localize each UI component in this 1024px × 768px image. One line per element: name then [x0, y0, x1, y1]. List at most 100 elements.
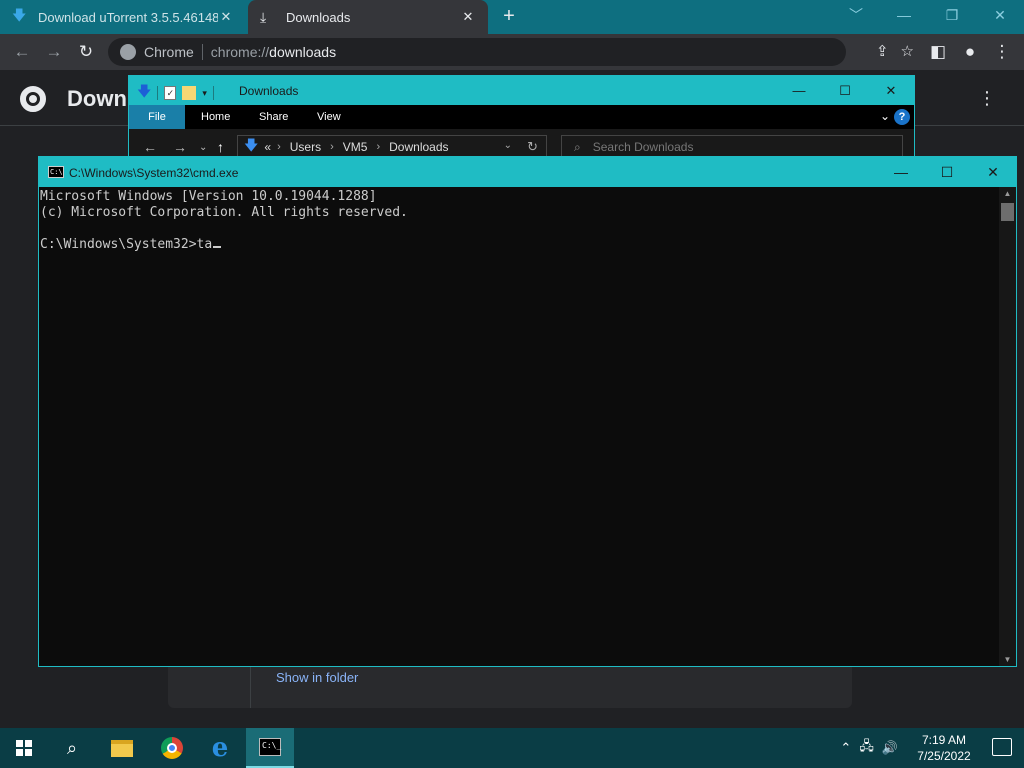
breadcrumb-vm5[interactable]: VM5: [343, 140, 368, 154]
chrome-site-icon: [120, 44, 136, 60]
tab-title: Download uTorrent 3.5.5.46148 f: [38, 9, 218, 25]
ribbon-expand-chevron-icon[interactable]: ⌄: [880, 109, 890, 123]
toolbar-separator: [157, 86, 159, 100]
breadcrumb-downloads[interactable]: Downloads: [389, 140, 448, 154]
close-button[interactable]: ✕: [970, 157, 1016, 187]
toolbar-separator: [212, 86, 214, 100]
breadcrumb-overflow[interactable]: «: [264, 140, 271, 154]
windows-logo-icon: [16, 740, 32, 756]
console-prompt-line[interactable]: C:\Windows\System32>ta: [40, 237, 999, 253]
maximize-button[interactable]: ☐: [924, 157, 970, 187]
taskbar-internet-explorer[interactable]: e: [196, 728, 244, 768]
download-arrow-icon: 🡇: [12, 7, 27, 23]
tab-share[interactable]: Share: [245, 105, 302, 129]
tab-title: Downloads: [286, 9, 351, 25]
command-prompt-window: C:\ C:\Windows\System32\cmd.exe — ☐ ✕ Mi…: [38, 156, 1017, 667]
breadcrumb-separator-icon[interactable]: ›: [376, 141, 380, 153]
tab-view[interactable]: View: [303, 105, 355, 129]
taskbar-search-button[interactable]: ⌕: [48, 728, 96, 768]
kebab-menu-icon[interactable]: ⋮: [978, 88, 996, 109]
ribbon-tabs: File Home Share View ⌄ ?: [129, 105, 914, 129]
tab-utorrent[interactable]: 🡇 Download uTorrent 3.5.5.46148 f ✕: [0, 0, 246, 34]
close-button[interactable]: ✕: [868, 76, 914, 105]
help-icon[interactable]: ?: [894, 109, 910, 125]
start-button[interactable]: [0, 728, 48, 768]
reload-button[interactable]: ↻: [74, 40, 98, 64]
address-dropdown-icon[interactable]: ⌄: [504, 140, 512, 151]
tab-strip: 🡇 Download uTorrent 3.5.5.46148 f ✕ ⤓ Do…: [0, 0, 1024, 34]
taskbar: ⌕ e C:\_ ⌃ 🖧 🔊 7:19 AM 7/25/2022: [0, 728, 1024, 768]
search-icon: ⌕: [574, 139, 581, 154]
chrome-logo-icon: [20, 86, 46, 112]
window-title: Downloads: [239, 84, 299, 98]
share-icon[interactable]: ⇪: [876, 42, 889, 60]
url-scheme: chrome://: [210, 44, 270, 60]
close-button[interactable]: ✕: [976, 0, 1024, 30]
window-controls: — ☐ ✕: [878, 157, 1016, 187]
forward-button[interactable]: →: [42, 40, 66, 64]
up-button[interactable]: ↑: [217, 139, 224, 155]
tab-home[interactable]: Home: [187, 105, 244, 129]
breadcrumb-separator-icon: ›: [277, 141, 281, 153]
file-explorer-window: 🡇 ✓ ▾ Downloads — ☐ ✕ File Home Share Vi…: [128, 75, 915, 165]
taskbar-file-explorer[interactable]: [98, 728, 146, 768]
system-tray: ⌃ 🖧 🔊 7:19 AM 7/25/2022: [840, 728, 976, 768]
window-title: C:\Windows\System32\cmd.exe: [69, 166, 239, 180]
volume-icon[interactable]: 🔊: [882, 740, 898, 756]
minimize-button[interactable]: —: [776, 76, 822, 105]
tab-search-button[interactable]: ﹀: [832, 0, 880, 30]
tab-close-icon[interactable]: ✕: [460, 9, 476, 25]
profile-button[interactable]: ●: [958, 40, 982, 64]
new-tab-button[interactable]: +: [498, 5, 520, 27]
recent-locations-chevron-icon[interactable]: ⌄: [199, 142, 207, 153]
taskbar-command-prompt[interactable]: C:\_: [246, 728, 294, 768]
back-button[interactable]: ←: [143, 139, 157, 155]
tab-close-icon[interactable]: ✕: [218, 9, 234, 25]
clock-time: 7:19 AM: [921, 733, 967, 747]
breadcrumb-separator-icon[interactable]: ›: [330, 141, 334, 153]
scrollbar-thumb[interactable]: [1001, 203, 1014, 221]
console-output[interactable]: Microsoft Windows [Version 10.0.19044.12…: [39, 187, 999, 666]
clock-date: 7/25/2022: [917, 749, 971, 763]
chevron-up-icon[interactable]: ⌃: [840, 740, 851, 756]
breadcrumb-users[interactable]: Users: [290, 140, 321, 154]
window-controls: ﹀ — ❐ ✕: [832, 0, 1024, 34]
console-line: Microsoft Windows [Version 10.0.19044.12…: [40, 189, 377, 204]
window-controls: — ☐ ✕: [776, 76, 914, 105]
prompt-text: C:\Windows\System32>ta: [40, 237, 213, 252]
new-folder-icon[interactable]: [182, 86, 197, 100]
clock[interactable]: 7:19 AM 7/25/2022: [912, 732, 976, 764]
address-bar[interactable]: Chrome chrome:// downloads: [108, 38, 846, 66]
chrome-menu-button[interactable]: ⋮: [990, 40, 1014, 64]
tab-file[interactable]: File: [129, 105, 185, 129]
scroll-up-arrow-icon[interactable]: ▲: [999, 189, 1016, 198]
search-placeholder: Search Downloads: [592, 140, 694, 154]
arrow-right-icon: →: [45, 42, 63, 61]
console-line: (c) Microsoft Corporation. All rights re…: [40, 205, 408, 220]
arrow-left-icon: ←: [13, 42, 31, 61]
restore-button[interactable]: ❐: [928, 0, 976, 30]
show-in-folder-link[interactable]: Show in folder: [276, 670, 358, 685]
tab-downloads[interactable]: ⤓ Downloads ✕: [248, 0, 488, 34]
vertical-scrollbar[interactable]: ▲ ▼: [999, 187, 1016, 666]
scroll-down-arrow-icon[interactable]: ▼: [999, 655, 1016, 664]
back-button[interactable]: ←: [10, 40, 34, 64]
internet-explorer-icon: e: [211, 733, 229, 763]
taskbar-chrome[interactable]: [148, 728, 196, 768]
explorer-titlebar: 🡇 ✓ ▾ Downloads — ☐ ✕: [129, 76, 914, 105]
bookmark-star-icon[interactable]: ☆: [901, 42, 914, 60]
properties-icon[interactable]: ✓: [164, 86, 177, 100]
text-cursor: [213, 246, 222, 248]
minimize-button[interactable]: —: [880, 0, 928, 30]
forward-button[interactable]: →: [173, 139, 187, 155]
download-arrow-icon: 🡇: [137, 83, 152, 99]
minimize-button[interactable]: —: [878, 157, 924, 187]
search-icon: ⌕: [66, 737, 78, 758]
side-panel-button[interactable]: ◧: [926, 40, 950, 64]
customize-chevron-icon[interactable]: ▾: [202, 88, 207, 99]
network-icon[interactable]: 🖧: [859, 737, 874, 759]
refresh-icon[interactable]: ↻: [527, 139, 538, 155]
notification-center-icon[interactable]: [992, 738, 1012, 756]
maximize-button[interactable]: ☐: [822, 76, 868, 105]
